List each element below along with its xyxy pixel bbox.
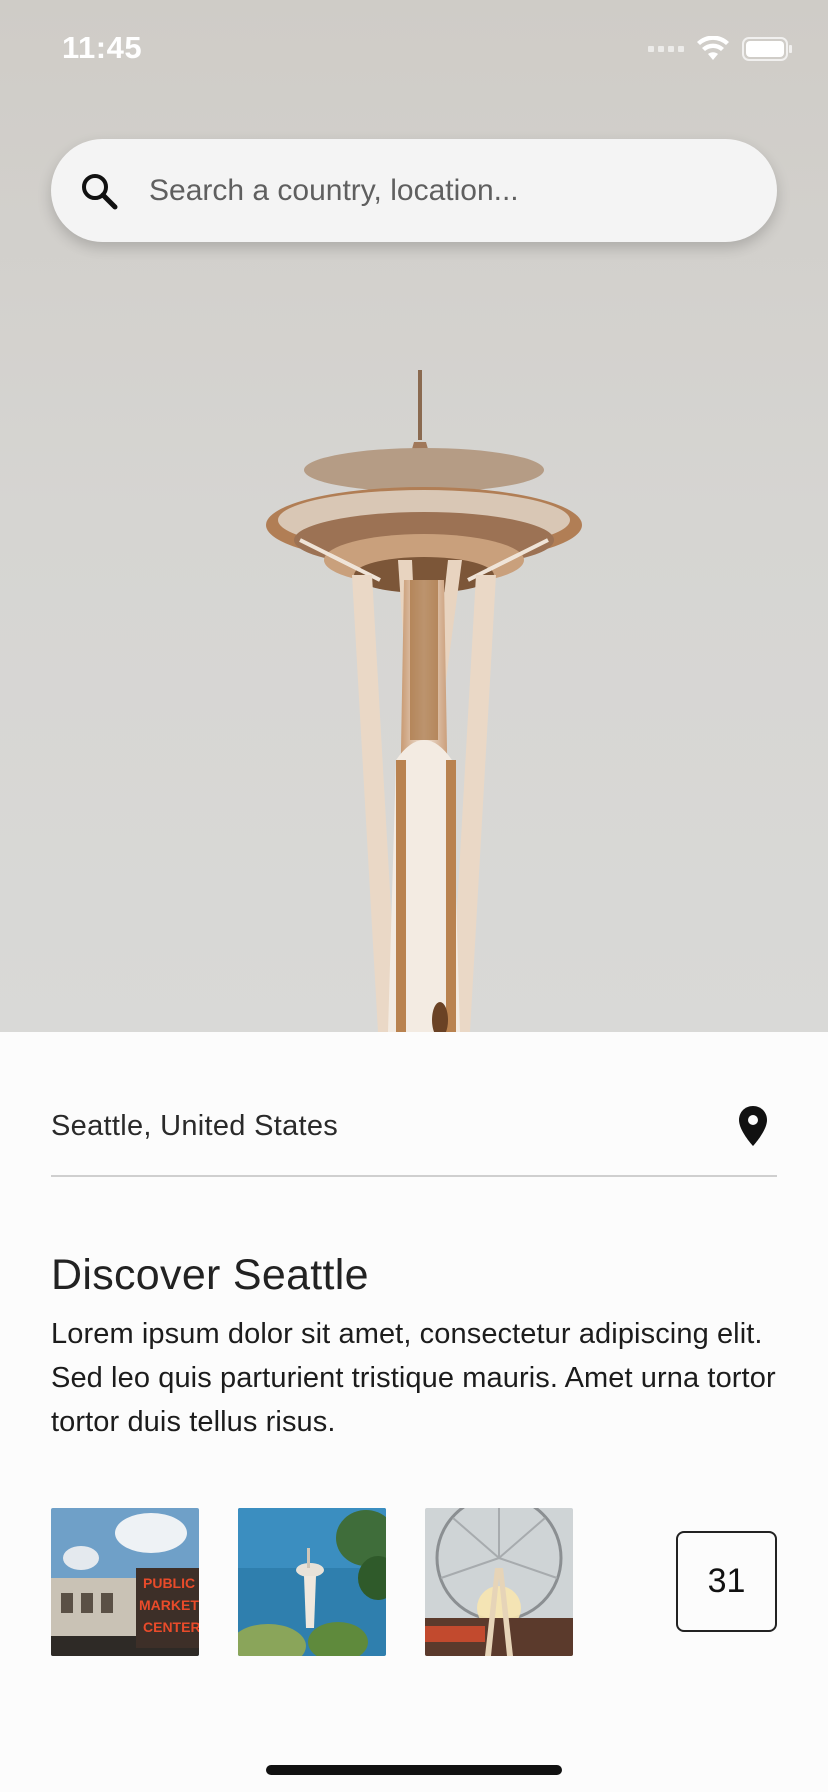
page-title: Discover Seattle	[51, 1251, 369, 1299]
wifi-icon	[697, 36, 729, 60]
more-photos-button[interactable]: 31	[676, 1531, 777, 1632]
search-input[interactable]	[149, 173, 729, 208]
market-sign-text-1: PUBLIC	[143, 1575, 195, 1591]
gallery-thumbnail-market[interactable]: PUBLIC MARKET CENTER	[51, 1508, 199, 1656]
description-text: Lorem ipsum dolor sit amet, consectetur …	[51, 1318, 776, 1438]
battery-icon	[742, 37, 792, 61]
location-row[interactable]: Seattle, United States	[51, 1106, 777, 1178]
hero-image: 11:45	[0, 0, 828, 1032]
location-pin-icon[interactable]	[737, 1104, 769, 1148]
status-icons	[648, 36, 794, 62]
status-time: 11:45	[62, 30, 143, 65]
location-divider	[51, 1175, 777, 1177]
market-sign: PUBLIC MARKET CENTER	[139, 1575, 199, 1635]
location-label: Seattle, United States	[51, 1110, 339, 1142]
search-icon[interactable]	[77, 169, 121, 213]
home-indicator	[266, 1765, 562, 1775]
market-sign-text-3: CENTER	[143, 1619, 199, 1635]
signal-icon	[648, 46, 684, 52]
search-bar[interactable]	[51, 139, 777, 242]
market-sign-text-2: MARKET	[139, 1597, 199, 1613]
gallery-thumbnail-wheel[interactable]	[425, 1508, 573, 1656]
gallery-thumbnail-needle[interactable]	[238, 1508, 386, 1656]
photo-gallery: PUBLIC MARKET CENTER 31	[51, 1508, 777, 1656]
